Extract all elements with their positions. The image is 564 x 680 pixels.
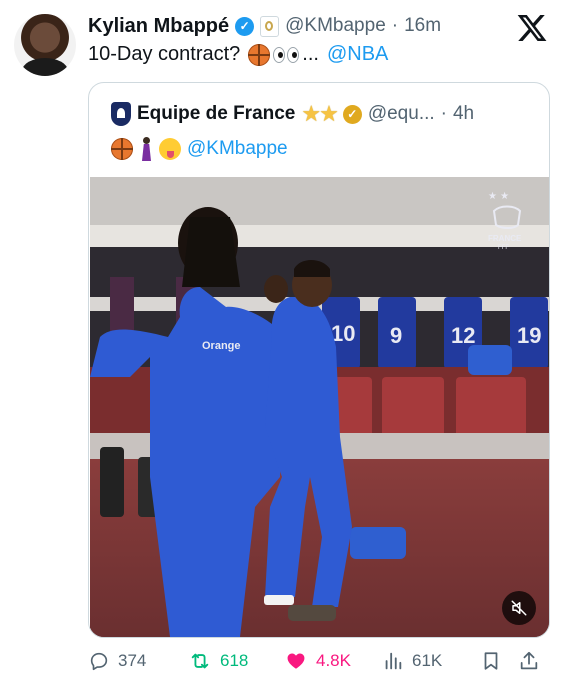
video-frame: 10 9 12 19 Orange ★ ★ FRANCE FFF [90,177,549,637]
repost-count: 618 [220,651,249,670]
muted-speaker-icon [511,600,527,616]
repost-icon [191,653,209,669]
separator-dot: · [440,103,447,124]
dancing-person-emoji-icon [139,137,153,161]
kmbappe-mention-link[interactable]: @KMbappe [187,138,288,160]
views-button[interactable]: 61K [382,644,442,678]
mute-button[interactable] [502,591,536,625]
tweet-text-prefix: 10-Day contract? [88,43,241,65]
share-button[interactable] [518,644,540,678]
svg-text:★ ★: ★ ★ [488,191,509,202]
quoted-tweet-time[interactable]: 4h [453,103,474,125]
views-chart-icon [385,652,402,670]
quoted-tweet[interactable]: Equipe de France ★★ ✓ @equ... · 4h @KMba… [88,82,550,638]
separator-dot: · [391,15,399,36]
gold-verified-badge-icon[interactable]: ✓ [342,104,362,124]
tweet-text: 10-Day contract? ... @NBA [88,43,388,66]
star-emoji-icon: ★★ [301,101,338,126]
bookmark-button[interactable] [480,644,502,678]
eye-left-icon [273,46,286,63]
author-handle[interactable]: @KMbappe [285,15,386,37]
verified-badge-icon[interactable]: ✓ [235,16,255,36]
author-avatar[interactable] [14,14,76,76]
shirt-sponsor-text: Orange [202,340,241,352]
like-button[interactable]: 4.8K [284,644,351,678]
quoted-tweet-header: Equipe de France ★★ ✓ @equ... · 4h [111,101,474,127]
author-name[interactable]: Kylian Mbappé [88,15,229,38]
quoted-author-name[interactable]: Equipe de France [137,103,295,125]
x-logo-icon[interactable] [516,12,548,44]
repost-button[interactable]: 618 [188,644,248,678]
basketball-icon [248,43,271,66]
avatar-shirt [22,58,68,76]
like-count: 4.8K [316,651,351,670]
tweet-header: Kylian Mbappé ✓ @KMbappe · 16m [88,12,441,40]
quoted-author-handle[interactable]: @equ... [368,103,435,125]
fff-crest-icon [111,102,131,126]
reply-button[interactable]: 374 [88,644,146,678]
reply-count: 374 [118,651,147,670]
tweet-timestamp[interactable]: 16m [404,15,441,37]
nba-mention-link[interactable]: @NBA [327,43,388,66]
embedded-video[interactable]: 10 9 12 19 Orange ★ ★ FRANCE FFF [90,177,549,637]
affiliate-badge-icon[interactable] [260,15,280,37]
tweet-action-bar: 374 618 4.8K 61K [88,644,550,678]
eyes-icon [273,46,300,63]
jersey-number: 12 [451,323,475,348]
tweet-ellipsis: ... [302,43,319,65]
jersey-number: 19 [517,323,541,348]
jersey-number: 9 [390,323,402,348]
basketball-emoji-icon [111,138,133,160]
bookmark-icon [484,652,498,670]
heart-icon [287,653,305,669]
quoted-tweet-text: @KMbappe [111,137,288,161]
eye-right-icon [287,46,300,63]
watermark-text: FRANCE [488,234,522,243]
views-count: 61K [412,651,443,670]
reply-icon [90,652,108,671]
tongue-face-emoji-icon [159,138,181,160]
share-icon [520,651,538,670]
watermark-subtext: FFF [498,245,509,251]
